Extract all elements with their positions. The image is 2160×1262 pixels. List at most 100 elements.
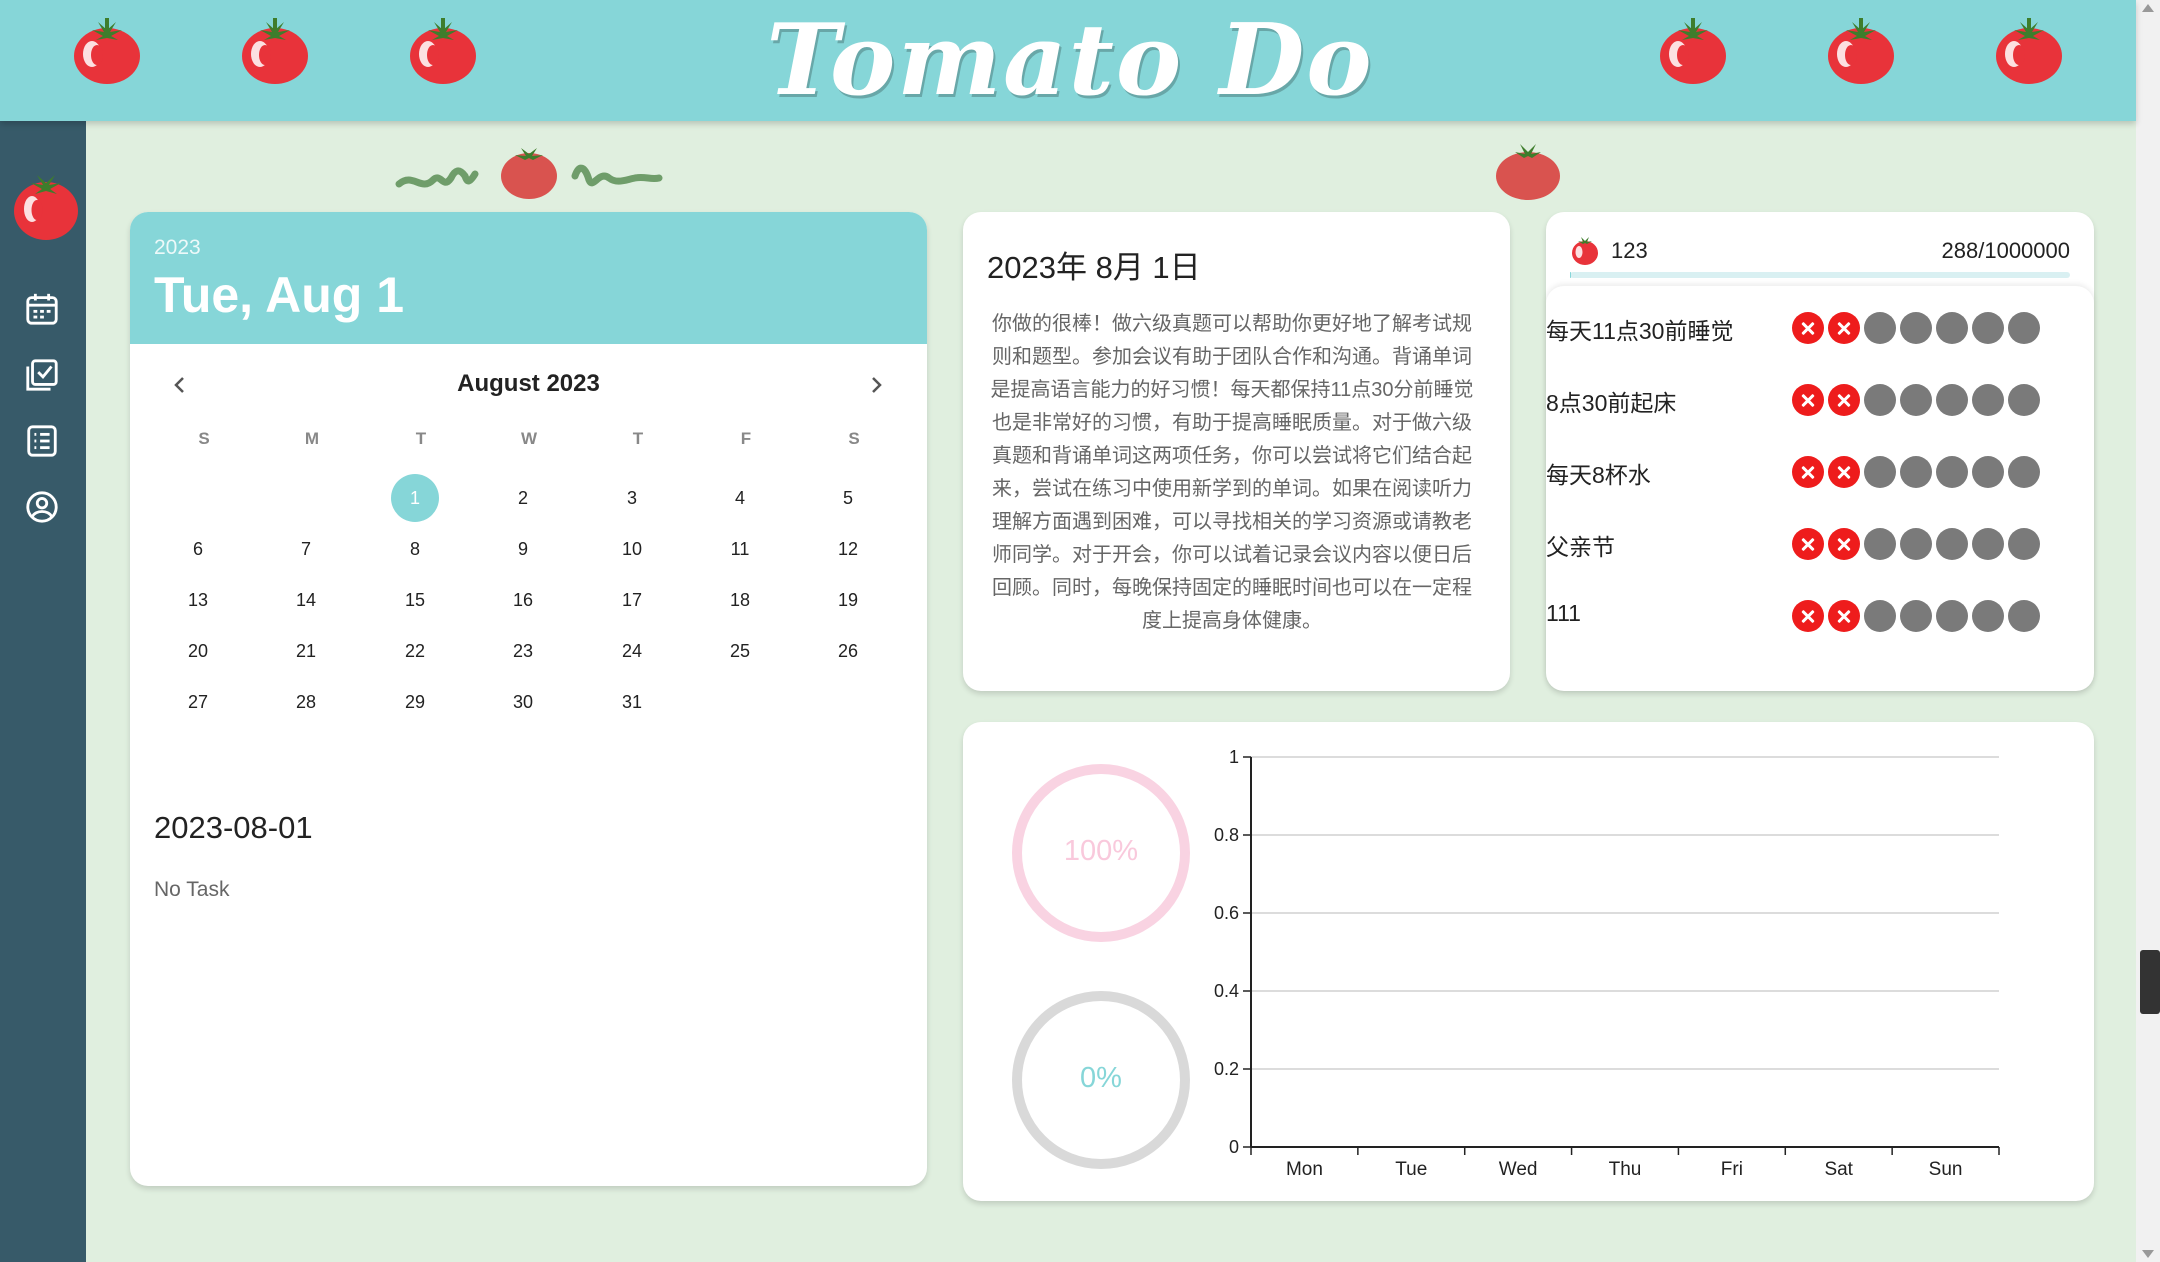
habit-day-dot[interactable] <box>2008 528 2040 560</box>
calendar-day[interactable]: 25 <box>716 627 764 675</box>
missed-day-icon[interactable] <box>1792 384 1824 416</box>
habit-day-dot[interactable] <box>1864 384 1896 416</box>
checklist-icon[interactable] <box>23 356 61 394</box>
calendar-day[interactable]: 31 <box>608 678 656 726</box>
missed-day-icon[interactable] <box>1828 528 1860 560</box>
x-tick-label: Fri <box>1721 1159 1743 1180</box>
habit-day-dot[interactable] <box>1864 312 1896 344</box>
calendar-day[interactable]: 24 <box>608 627 656 675</box>
calendar-day[interactable]: 7 <box>282 525 330 573</box>
habit-day-dot[interactable] <box>1900 384 1932 416</box>
habit-day-dot[interactable] <box>2008 600 2040 632</box>
advice-date-title: 2023年 8月 1日 <box>987 250 1201 285</box>
calendar-day[interactable]: 3 <box>608 474 656 522</box>
habit-day-dot[interactable] <box>1900 600 1932 632</box>
habit-day-dot[interactable] <box>2008 456 2040 488</box>
list-icon[interactable] <box>23 422 61 460</box>
x-tick-label: Thu <box>1609 1159 1642 1180</box>
tomato-logo-icon[interactable] <box>12 169 80 241</box>
calendar-day[interactable]: 12 <box>824 525 872 573</box>
calendar-day[interactable]: 16 <box>499 576 547 624</box>
habit-row: 8点30前起床 <box>1546 380 2094 420</box>
habit-card: 123 288/1000000 每天11点30前睡觉 8点30前起床 每天8杯水 父亲… <box>1546 212 2094 691</box>
calendar-day[interactable]: 2 <box>499 474 547 522</box>
calendar-day[interactable]: 6 <box>174 525 222 573</box>
calendar-day[interactable]: 5 <box>824 474 872 522</box>
habit-day-dot[interactable] <box>1900 312 1932 344</box>
calendar-icon[interactable] <box>23 290 61 328</box>
calendar-day[interactable]: 1 <box>391 474 439 522</box>
habit-name: 每天8杯水 <box>1546 462 1651 488</box>
calendar-day[interactable]: 18 <box>716 576 764 624</box>
habit-day-dot[interactable] <box>1936 528 1968 560</box>
habit-day-dot[interactable] <box>1972 600 2004 632</box>
habit-day-dot[interactable] <box>2008 384 2040 416</box>
habit-day-dot[interactable] <box>1972 456 2004 488</box>
missed-day-icon[interactable] <box>1792 528 1824 560</box>
y-tick-label: 0.2 <box>1214 1059 1239 1079</box>
missed-day-icon[interactable] <box>1792 600 1824 632</box>
app-header: Tomato Do <box>0 0 2136 121</box>
weekday-label: S <box>848 429 860 448</box>
user-icon[interactable] <box>23 488 61 526</box>
calendar-year[interactable]: 2023 <box>154 236 201 260</box>
missed-day-icon[interactable] <box>1792 312 1824 344</box>
calendar-day[interactable]: 9 <box>499 525 547 573</box>
scrollbar[interactable] <box>2136 0 2160 1262</box>
month-label[interactable]: August 2023 <box>330 364 727 404</box>
weekday-label: W <box>520 429 538 448</box>
prev-month-button[interactable] <box>155 360 205 410</box>
habit-day-dot[interactable] <box>1864 528 1896 560</box>
habit-day-dot[interactable] <box>1864 456 1896 488</box>
missed-day-icon[interactable] <box>1828 456 1860 488</box>
calendar-selected-date: Tue, Aug 1 <box>154 267 404 323</box>
calendar-day[interactable]: 4 <box>716 474 764 522</box>
calendar-day[interactable]: 8 <box>391 525 439 573</box>
next-month-button[interactable] <box>851 360 901 410</box>
habit-day-dot[interactable] <box>1972 384 2004 416</box>
tomato-icon <box>1570 234 1600 266</box>
advice-card: 2023年 8月 1日 你做的很棒！做六级真题可以帮助你更好地了解考试规则和题型… <box>963 212 1510 691</box>
calendar-day[interactable]: 29 <box>391 678 439 726</box>
scroll-thumb[interactable] <box>2140 950 2160 1014</box>
habit-day-dot[interactable] <box>1900 456 1932 488</box>
tomato-icon <box>238 12 312 86</box>
calendar-day[interactable]: 13 <box>174 576 222 624</box>
calendar-day[interactable]: 15 <box>391 576 439 624</box>
habit-day-dot[interactable] <box>1864 600 1896 632</box>
calendar-day[interactable]: 27 <box>174 678 222 726</box>
calendar-day[interactable]: 28 <box>282 678 330 726</box>
tomato-icon <box>406 12 480 86</box>
missed-day-icon[interactable] <box>1828 312 1860 344</box>
habit-list: 每天11点30前睡觉 8点30前起床 每天8杯水 父亲节 111 <box>1546 286 2094 691</box>
calendar-day[interactable]: 17 <box>608 576 656 624</box>
calendar-day[interactable]: 10 <box>608 525 656 573</box>
calendar-day[interactable]: 22 <box>391 627 439 675</box>
habit-day-dot[interactable] <box>2008 312 2040 344</box>
calendar-day[interactable]: 23 <box>499 627 547 675</box>
habit-day-dot[interactable] <box>1936 312 1968 344</box>
x-tick-label: Sat <box>1824 1159 1853 1180</box>
calendar-day[interactable]: 30 <box>499 678 547 726</box>
weekly-line-chart: 0 0.2 0.4 0.6 0.8 1 Mon Tue Wed Thu Fri Sat Sun <box>1214 747 2000 1180</box>
scroll-down-arrow[interactable] <box>2142 1250 2154 1258</box>
calendar-day[interactable]: 14 <box>282 576 330 624</box>
habit-day-dot[interactable] <box>1900 528 1932 560</box>
x-tick-label: Wed <box>1499 1159 1538 1180</box>
habit-day-dot[interactable] <box>1936 384 1968 416</box>
missed-day-icon[interactable] <box>1828 384 1860 416</box>
habit-day-dot[interactable] <box>1936 456 1968 488</box>
scroll-up-arrow[interactable] <box>2142 4 2154 12</box>
calendar-day[interactable]: 20 <box>174 627 222 675</box>
y-tick-label: 1 <box>1229 747 1239 767</box>
habit-day-dot[interactable] <box>1972 528 2004 560</box>
missed-day-icon[interactable] <box>1828 600 1860 632</box>
calendar-day[interactable]: 26 <box>824 627 872 675</box>
calendar-day[interactable]: 19 <box>824 576 872 624</box>
calendar-day[interactable]: 11 <box>716 525 764 573</box>
habit-name: 父亲节 <box>1546 534 1615 560</box>
habit-day-dot[interactable] <box>1936 600 1968 632</box>
habit-day-dot[interactable] <box>1972 312 2004 344</box>
missed-day-icon[interactable] <box>1792 456 1824 488</box>
calendar-day[interactable]: 21 <box>282 627 330 675</box>
